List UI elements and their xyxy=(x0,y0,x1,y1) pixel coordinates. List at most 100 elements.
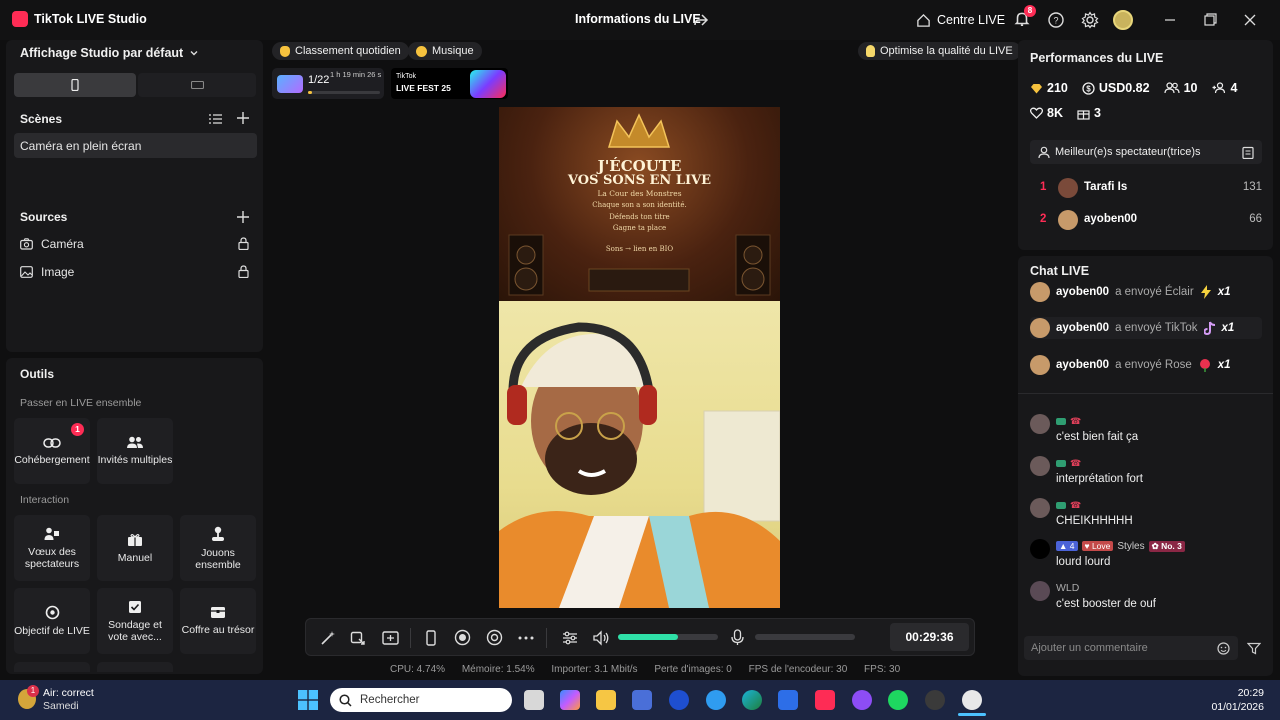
recorder-icon[interactable] xyxy=(925,690,945,710)
top-viewer-name: Tarafi Is xyxy=(1084,181,1128,193)
poster-bullet: Défends ton titre xyxy=(609,213,670,221)
play-together-button[interactable]: Jouons ensemble xyxy=(180,515,256,581)
list-icon[interactable] xyxy=(209,113,222,125)
top-viewer-row[interactable]: 1 Tarafi Is 131 xyxy=(1030,178,1262,198)
tiktok-icon[interactable] xyxy=(815,690,835,710)
source-label: Caméra xyxy=(41,237,84,251)
file-explorer-icon[interactable] xyxy=(596,690,616,710)
optimize-quality-chip[interactable]: Optimise la qualité du LIVE xyxy=(858,42,1021,60)
weather-app-icon[interactable] xyxy=(706,690,726,710)
magic-wand-icon[interactable] xyxy=(320,630,336,646)
studio-mode-dropdown[interactable]: Affichage Studio par défaut xyxy=(20,46,199,60)
task-view-icon[interactable] xyxy=(524,690,544,710)
minimize-icon[interactable] xyxy=(1162,12,1178,28)
landscape-mode-toggle[interactable] xyxy=(138,73,256,97)
hp-icon[interactable] xyxy=(669,690,689,710)
taskbar-search-input[interactable]: Rechercher xyxy=(330,688,512,712)
audio-settings-icon[interactable] xyxy=(562,630,578,646)
add-scene-icon[interactable] xyxy=(237,112,249,124)
phone-portrait-icon[interactable] xyxy=(426,630,436,646)
tool-label: Objectif de LIVE xyxy=(14,625,90,637)
daily-ranking-label: Classement quotidien xyxy=(295,45,401,57)
portrait-mode-toggle[interactable] xyxy=(14,73,136,97)
divider xyxy=(1018,393,1273,394)
multi-guest-button[interactable]: Invités multiples xyxy=(97,418,173,484)
layout-icon[interactable] xyxy=(382,630,399,646)
tiktok-live-studio-icon[interactable] xyxy=(962,690,982,710)
fest-name: LIVE FEST 25 xyxy=(396,83,451,93)
outlook-icon[interactable] xyxy=(778,690,798,710)
ranking-widget[interactable]: 1/22 1 h 19 min 26 s xyxy=(272,68,384,99)
top-viewer-score: 131 xyxy=(1242,181,1262,193)
rank-value: 1/22 xyxy=(308,74,330,86)
notification-badge: 8 xyxy=(1024,5,1036,17)
poster-footer: Sons → lien en BIO xyxy=(605,245,674,253)
treasure-chest-button[interactable]: Coffre au trésor xyxy=(180,588,256,654)
rank-progress-fill xyxy=(308,91,312,94)
live-goal-button[interactable]: Objectif de LIVE xyxy=(14,588,90,654)
chat-message[interactable]: ☎ c'est bien fait ça xyxy=(1030,414,1262,443)
weather-label[interactable]: Air: correct xyxy=(43,687,94,699)
poster-subtitle: La Cour des Monstres xyxy=(597,189,682,198)
lock-icon[interactable] xyxy=(238,237,249,250)
speaker-icon[interactable] xyxy=(593,630,610,646)
copilot-icon[interactable] xyxy=(560,690,580,710)
lock-icon[interactable] xyxy=(238,265,249,278)
perf-stats-row1: 210 $ USD0.82 10 4 xyxy=(1030,81,1237,95)
avatar[interactable] xyxy=(1113,10,1133,30)
spotify-icon[interactable] xyxy=(888,690,908,710)
microphone-icon[interactable] xyxy=(731,629,744,646)
diamonds-stat: 210 xyxy=(1030,81,1068,95)
podcast-icon[interactable] xyxy=(852,690,872,710)
live-info-title[interactable]: Informations du LIVE xyxy=(575,12,701,26)
edge-icon[interactable] xyxy=(742,690,762,710)
add-source-icon[interactable] xyxy=(237,211,249,223)
perf-stats-row2: 8K 3 xyxy=(1030,106,1101,120)
tiktok-gift-icon xyxy=(1203,321,1215,335)
manual-button[interactable]: Manuel xyxy=(97,515,173,581)
comment-input[interactable]: Ajouter un commentaire xyxy=(1024,636,1238,660)
maximize-icon[interactable] xyxy=(1202,12,1218,28)
gear-icon[interactable] xyxy=(1081,11,1099,29)
multi-guest-label: Invités multiples xyxy=(97,454,173,466)
chat-message[interactable]: ▲ 4 ♥ Love Styles ✿ No. 3 lourd lourd xyxy=(1030,539,1262,568)
gift-user: ayoben00 xyxy=(1056,286,1110,298)
poll-button[interactable]: Sondage et vote avec... xyxy=(97,588,173,654)
gifts-value: 3 xyxy=(1093,106,1101,120)
top-viewers-header[interactable]: Meilleur(e)s spectateur(trice)s xyxy=(1030,140,1262,164)
emoji-icon[interactable] xyxy=(1217,642,1230,655)
top-viewer-rank: 2 xyxy=(1040,213,1047,225)
screenshot-icon[interactable] xyxy=(486,629,503,646)
volume-slider[interactable] xyxy=(618,634,718,640)
viewer-wishes-button[interactable]: Vœux des spectateurs xyxy=(14,515,90,581)
centre-live-button[interactable]: Centre LIVE xyxy=(916,10,1005,30)
chat-message[interactable]: WLD c'est booster de ouf xyxy=(1030,581,1262,610)
tool-label: Manuel xyxy=(117,551,153,564)
live-preview[interactable]: J'ÉCOUTE VOS SONS EN LIVE La Cour des Mo… xyxy=(499,107,780,608)
filter-icon[interactable] xyxy=(1247,642,1261,655)
share-icon[interactable] xyxy=(693,12,709,28)
source-item-camera[interactable]: Caméra xyxy=(20,236,252,254)
subscriber-badge-icon xyxy=(1056,459,1066,467)
followers-stat: 4 xyxy=(1212,81,1237,95)
top-viewer-row[interactable]: 2 ayoben00 66 xyxy=(1030,210,1262,230)
scene-item[interactable]: Caméra en plein écran xyxy=(14,133,257,158)
daily-ranking-chip[interactable]: Classement quotidien xyxy=(272,42,409,60)
store-icon[interactable] xyxy=(632,690,652,710)
top-viewer-name: ayoben00 xyxy=(1084,213,1138,225)
windows-start-icon[interactable] xyxy=(298,690,318,710)
lightbulb-icon xyxy=(866,45,875,57)
source-item-image[interactable]: Image xyxy=(20,264,252,282)
chat-message[interactable]: ☎ CHEIKHHHHH xyxy=(1030,498,1262,527)
mic-slider[interactable] xyxy=(755,634,855,640)
clipboard-icon[interactable] xyxy=(1242,146,1254,159)
live-fest-banner[interactable]: TikTok LIVE FEST 25 xyxy=(391,68,508,99)
effects-icon[interactable] xyxy=(350,630,366,646)
help-icon[interactable]: ? xyxy=(1047,11,1065,29)
close-icon[interactable] xyxy=(1242,12,1258,28)
music-chip[interactable]: Musique xyxy=(408,42,482,60)
record-icon[interactable] xyxy=(454,629,471,646)
clock-time[interactable]: 20:29 xyxy=(1208,687,1264,699)
chat-message[interactable]: ☎ interprétation fort xyxy=(1030,456,1262,485)
more-icon[interactable] xyxy=(518,636,534,640)
